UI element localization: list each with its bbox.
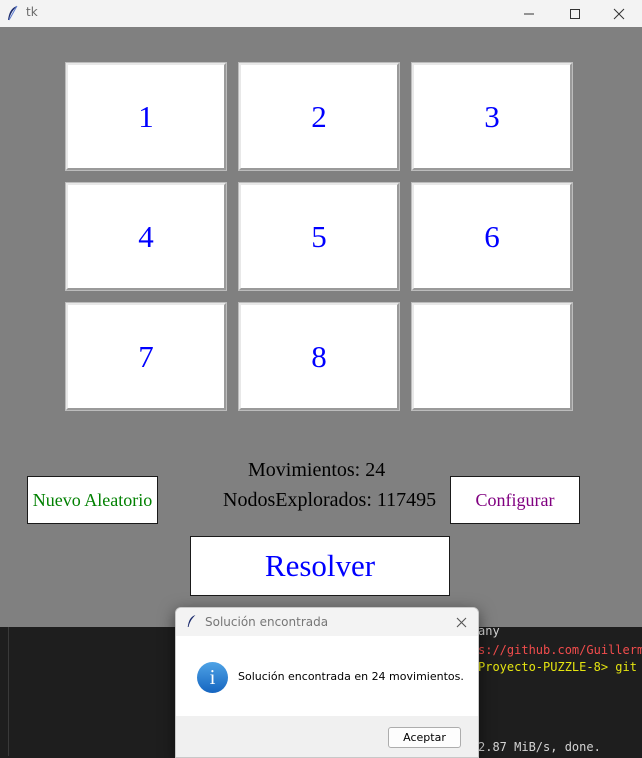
maximize-icon	[570, 8, 580, 19]
close-button[interactable]	[596, 0, 642, 27]
nodes-explored-label: NodosExplorados: 117495	[223, 489, 437, 511]
puzzle-tile-1[interactable]: 1	[65, 62, 227, 171]
puzzle-tile-4[interactable]: 4	[65, 182, 227, 291]
window-titlebar[interactable]: tk	[0, 0, 642, 27]
tk-feather-icon	[187, 615, 196, 627]
dialog-footer: Aceptar	[176, 716, 478, 757]
terminal-line: 2.87 MiB/s, done.	[478, 740, 601, 754]
dialog-titlebar[interactable]: Solución encontrada	[176, 608, 478, 636]
tk-feather-icon	[8, 5, 18, 21]
window-title: tk	[26, 5, 38, 19]
terminal-line: Proyecto-PUZZLE-8> git	[478, 660, 637, 674]
minimize-icon	[524, 13, 534, 14]
terminal-line: any	[478, 624, 500, 638]
puzzle-tile-5[interactable]: 5	[238, 182, 400, 291]
puzzle-tile-8[interactable]: 8	[238, 302, 400, 411]
solution-dialog: Solución encontrada i Solución encontrad…	[175, 607, 479, 758]
minimize-button[interactable]	[506, 0, 552, 27]
puzzle-tile-2[interactable]: 2	[238, 62, 400, 171]
dialog-title: Solución encontrada	[205, 615, 329, 629]
puzzle-tile-empty[interactable]	[411, 302, 573, 411]
terminal-line: s://github.com/Guillerm	[478, 643, 642, 657]
random-button[interactable]: Nuevo Aleatorio	[27, 476, 158, 524]
main-window-content: 1 2 3 4 5 6 7 8 Movimientos: 24 NodosExp…	[0, 27, 642, 627]
puzzle-tile-7[interactable]: 7	[65, 302, 227, 411]
close-icon	[456, 617, 466, 627]
info-icon: i	[197, 662, 228, 693]
maximize-button[interactable]	[552, 0, 598, 27]
close-icon	[613, 8, 625, 19]
puzzle-tile-3[interactable]: 3	[411, 62, 573, 171]
dialog-message: Solución encontrada en 24 movimientos.	[238, 670, 464, 683]
solve-button[interactable]: Resolver	[190, 536, 450, 596]
puzzle-tile-6[interactable]: 6	[411, 182, 573, 291]
configure-button[interactable]: Configurar	[450, 476, 580, 524]
moves-label: Movimientos: 24	[248, 459, 386, 481]
ok-button[interactable]: Aceptar	[388, 727, 461, 748]
dialog-close-button[interactable]	[452, 613, 470, 631]
terminal-gutter	[8, 627, 9, 756]
